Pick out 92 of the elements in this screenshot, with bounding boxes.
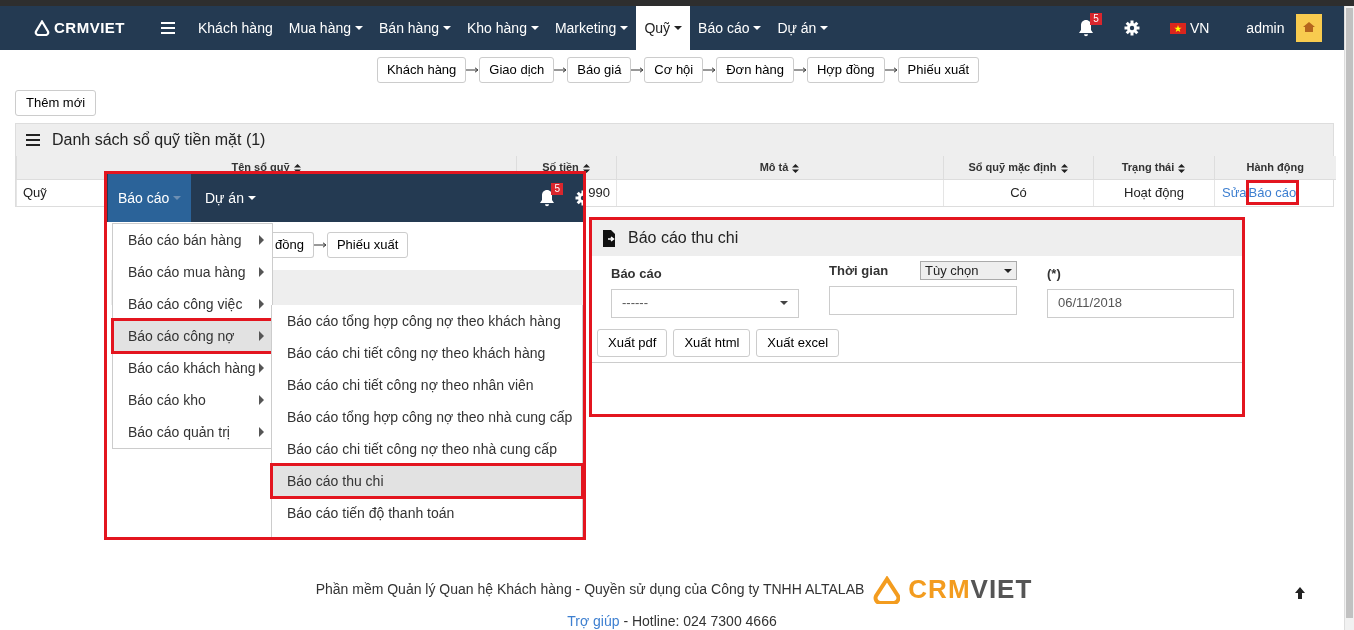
nav-menu-item[interactable]: Bán hàng — [371, 6, 459, 50]
column-header: Hành động — [1214, 156, 1336, 179]
field-label: (*) — [1047, 265, 1062, 283]
time-mode-select[interactable]: Tùy chọn — [920, 261, 1017, 281]
workflow-step-button[interactable]: Giao dịch — [479, 57, 555, 83]
workflow-step-button[interactable]: Cơ hội — [644, 57, 704, 83]
arrow-icon — [466, 67, 480, 73]
bell-icon — [539, 189, 555, 207]
sort-icon — [791, 163, 801, 173]
caret-icon — [173, 196, 182, 200]
footer-text: Phần mềm Quản lý Quan hệ Khách hàng - Quyền sử dụng của Công ty TNHH ALTALAB — [315, 580, 865, 599]
caret-icon — [442, 26, 451, 30]
hotline-text: - Hotline: 024 7300 4666 — [623, 613, 777, 629]
nav-menu-item[interactable]: Báo cáo — [690, 6, 770, 50]
workflow-step-button[interactable]: Đơn hàng — [716, 57, 794, 83]
caret-icon — [820, 26, 829, 30]
dropdown-item[interactable]: Báo cáo công nợ — [113, 320, 272, 352]
workflow-step-button[interactable]: Phiếu xuất — [897, 57, 980, 83]
arrow-up-icon — [1294, 586, 1306, 601]
arrow-icon — [554, 67, 568, 73]
column-header[interactable]: Sổ quỹ mặc định — [943, 156, 1094, 179]
nav-menu-item[interactable]: Quỹ — [636, 6, 691, 50]
language-button[interactable]: VN — [1161, 6, 1218, 50]
nav-menu-item[interactable]: Mua hàng — [280, 6, 371, 50]
arrow-icon — [313, 242, 327, 248]
table-cell: Hoạt động — [1093, 179, 1215, 206]
date-input-field[interactable]: 06/11/2018 — [1047, 288, 1234, 318]
action-link[interactable]: Báo cáo — [1247, 182, 1298, 203]
logo-text: CRMVIET — [908, 573, 1033, 606]
menu-icon — [26, 134, 40, 146]
help-link[interactable]: Trợ giúp — [567, 613, 620, 629]
sort-icon — [581, 163, 591, 173]
table-cell: Có — [943, 179, 1094, 206]
dropdown-item[interactable]: Báo cáo thu chi — [272, 465, 582, 497]
caret-icon — [247, 196, 256, 200]
field-label: Thời gian — [829, 262, 889, 280]
time-input-field[interactable] — [829, 285, 1017, 315]
submenu-arrow-icon — [259, 331, 264, 341]
workflow-step-button[interactable]: Hợp đồng — [806, 57, 885, 83]
caret-icon — [620, 26, 629, 30]
submenu-arrow-icon — [259, 267, 264, 277]
caret-icon — [780, 301, 788, 305]
logo-text: CRMVIET — [54, 17, 125, 38]
scrollbar[interactable] — [1344, 6, 1354, 630]
submenu-arrow-icon — [259, 395, 264, 405]
workflow-step-button[interactable]: Phiếu xuất — [326, 232, 409, 258]
nav-menu-item[interactable]: Dự án — [769, 6, 837, 50]
submenu-arrow-icon — [259, 427, 264, 437]
caret-icon — [674, 26, 683, 30]
logo-icon — [34, 20, 50, 36]
nav-menu-item[interactable]: Khách hàng — [190, 6, 281, 50]
arrow-icon — [703, 67, 717, 73]
user-menu[interactable]: admin — [1238, 6, 1293, 50]
notification-badge: 5 — [1090, 13, 1102, 25]
export-button[interactable]: Xuất pdf — [597, 328, 668, 357]
column-header[interactable]: Trạng thái — [1093, 156, 1215, 179]
arrow-icon — [793, 67, 807, 73]
settings-icon — [1123, 20, 1140, 36]
panel-title: Danh sách sổ quỹ tiền mặt (1) — [52, 130, 266, 150]
document-icon — [602, 229, 616, 247]
caret-icon — [355, 26, 363, 30]
action-link[interactable]: Sửa — [1221, 182, 1248, 203]
notification-button[interactable]: 5 — [1069, 6, 1102, 50]
workflow-step-button[interactable]: Khách hàng — [376, 57, 467, 83]
avatar-icon — [1296, 14, 1322, 42]
workflow-step-button[interactable]: Báo giá — [567, 57, 632, 83]
arrow-icon — [631, 67, 645, 73]
flag-icon — [1169, 22, 1186, 34]
field-label: Báo cáo — [611, 265, 663, 283]
workflow-step-button[interactable]: đồng — [273, 232, 314, 258]
submenu-arrow-icon — [259, 235, 264, 245]
sort-icon — [1059, 163, 1069, 173]
export-button[interactable]: Xuất html — [673, 328, 751, 357]
menu-icon — [161, 22, 175, 34]
caret-icon — [530, 26, 539, 30]
bell-icon — [1077, 19, 1094, 37]
column-header[interactable]: Mô tả — [616, 156, 944, 179]
notification-badge: 5 — [551, 183, 563, 195]
submenu-arrow-icon — [259, 299, 264, 309]
export-button[interactable]: Xuất excel — [756, 328, 840, 357]
caret-icon — [1004, 268, 1012, 273]
logo-icon — [872, 575, 901, 604]
sort-icon — [1177, 163, 1187, 173]
submenu-arrow-icon — [259, 363, 264, 373]
nav-menu-item[interactable]: Kho hàng — [458, 6, 547, 50]
nav-menu-item[interactable]: Marketing — [546, 6, 637, 50]
report-select[interactable]: ------ — [611, 288, 799, 318]
caret-icon — [753, 26, 762, 30]
arrow-icon — [884, 67, 898, 73]
panel-title: Báo cáo thu chi — [628, 228, 739, 248]
nav-menu-item[interactable]: Báo cáo — [108, 174, 192, 222]
add-button[interactable]: Thêm mới — [15, 90, 97, 116]
